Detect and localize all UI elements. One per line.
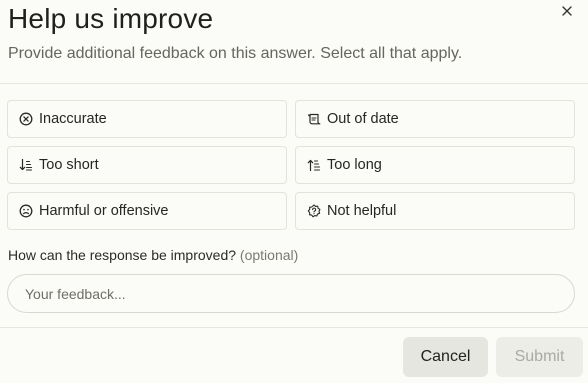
x-circle-icon	[18, 112, 33, 127]
submit-button[interactable]: Submit	[496, 337, 583, 377]
option-too-short[interactable]: Too short	[7, 146, 287, 184]
dialog-title: Help us improve	[8, 3, 214, 34]
option-too-long[interactable]: Too long	[295, 146, 575, 184]
frown-icon	[18, 204, 33, 219]
option-inaccurate[interactable]: Inaccurate	[7, 100, 287, 138]
option-not-helpful[interactable]: Not helpful	[295, 192, 575, 230]
option-label: Harmful or offensive	[39, 203, 169, 219]
feedback-dialog: Help us improve Provide additional feedb…	[0, 0, 588, 383]
cancel-button[interactable]: Cancel	[403, 337, 488, 377]
dialog-subtitle: Provide additional feedback on this answ…	[8, 45, 463, 62]
footer-divider	[0, 327, 588, 328]
feedback-question: How can the response be improved? (optio…	[8, 247, 298, 263]
divider	[0, 83, 588, 84]
optional-label: (optional)	[239, 247, 299, 263]
option-label: Too short	[39, 157, 99, 173]
option-label: Out of date	[327, 111, 399, 127]
option-out-of-date[interactable]: Out of date	[295, 100, 575, 138]
option-label: Too long	[327, 157, 382, 173]
close-button[interactable]	[559, 3, 575, 19]
sort-long-icon	[306, 158, 321, 173]
sort-short-icon	[18, 158, 33, 173]
option-harmful-or-offensive[interactable]: Harmful or offensive	[7, 192, 287, 230]
option-label: Inaccurate	[39, 111, 107, 127]
option-label: Not helpful	[327, 203, 397, 219]
feedback-question-text: How can the response be improved?	[8, 247, 237, 263]
close-icon	[562, 6, 572, 16]
feedback-input[interactable]	[7, 274, 575, 313]
scroll-icon	[306, 112, 321, 127]
question-badge-icon	[306, 204, 321, 219]
